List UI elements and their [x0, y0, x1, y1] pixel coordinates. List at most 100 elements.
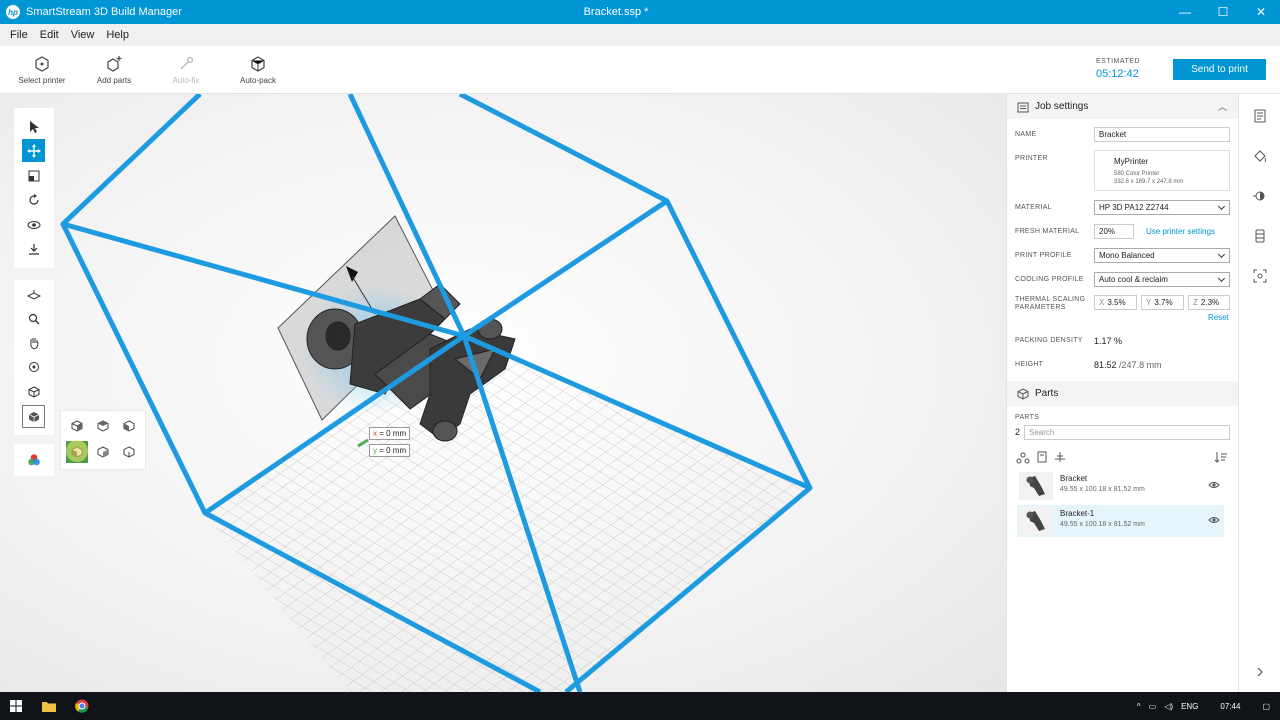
chrome-icon[interactable] — [75, 699, 89, 713]
menu-edit[interactable]: Edit — [34, 29, 65, 41]
select-tool[interactable] — [22, 115, 45, 138]
click-highlight — [66, 440, 88, 462]
thermal-y-input[interactable]: Y 3.7% — [1141, 295, 1184, 310]
maximize-button[interactable]: ☐ — [1204, 0, 1242, 24]
sort-icon[interactable] — [1214, 451, 1228, 463]
right-icon-strip — [1238, 94, 1280, 692]
auto-fix-label: Auto-fix — [172, 76, 200, 85]
view-top-button[interactable] — [92, 415, 114, 437]
parts-search-input[interactable]: Search — [1024, 425, 1230, 440]
align-icon[interactable] — [1054, 451, 1066, 463]
system-tray: ^ ▭ ◁) ENG 07:44 ▢ — [1137, 692, 1270, 720]
printer-dimensions: 332.6 x 189.7 x 247.8 mm — [1114, 179, 1184, 185]
cube-view-icon — [123, 420, 135, 432]
auto-pack-label: Auto-pack — [239, 76, 277, 85]
send-to-print-button[interactable]: Send to print — [1173, 59, 1266, 80]
y-offset-tag[interactable]: y = 0 mm — [369, 444, 411, 457]
group-parts-icon[interactable] — [1016, 452, 1030, 464]
orient-tool[interactable] — [22, 213, 45, 236]
build-stack-icon[interactable] — [1252, 228, 1268, 244]
scale-icon — [28, 170, 39, 181]
collapse-chevron-icon[interactable]: ︿ — [1218, 100, 1227, 113]
rgb-color-icon — [27, 453, 40, 465]
minimize-button[interactable]: — — [1166, 0, 1204, 24]
clock[interactable]: 07:44 — [1220, 702, 1240, 711]
cooling-profile-select[interactable]: Auto cool & reclaim — [1094, 272, 1230, 287]
frame-select-icon[interactable] — [1252, 268, 1268, 284]
printer-label: PRINTER — [1015, 155, 1048, 162]
build-volume-scene[interactable] — [0, 94, 1006, 692]
material-select[interactable]: HP 3D PA12 Z2744 — [1094, 200, 1230, 215]
thermal-y-value: 3.7% — [1154, 298, 1173, 307]
view-top-right-button[interactable] — [118, 415, 140, 437]
main-toolbar: Select printer Add parts Auto-fix Auto-p… — [0, 46, 1280, 94]
view-side-button[interactable] — [92, 441, 114, 463]
cursor-arrow-icon — [29, 120, 39, 133]
tray-up-icon[interactable]: ^ — [1137, 702, 1141, 711]
menu-file[interactable]: File — [4, 29, 34, 41]
job-settings-title: Job settings — [1035, 101, 1089, 112]
cube-view-icon — [71, 420, 83, 432]
auto-fix-button[interactable]: Auto-fix — [156, 56, 216, 85]
orbit-tool[interactable] — [22, 355, 45, 378]
job-name-input[interactable]: Bracket — [1094, 127, 1230, 142]
view-cube-tool[interactable] — [22, 405, 45, 428]
thermal-z-input[interactable]: Z 2.3% — [1188, 295, 1230, 310]
estimated-time: ESTIMATED 05:12:42 — [1096, 58, 1140, 80]
notifications-icon[interactable]: ▢ — [1262, 702, 1270, 711]
x-offset-tag[interactable]: x = 0 mm — [369, 427, 411, 440]
right-panel: Job settings ︿ NAME Bracket PRINTER MyPr… — [1006, 94, 1239, 692]
close-button[interactable]: ✕ — [1242, 0, 1280, 24]
parts-label: PARTS — [1015, 414, 1040, 421]
drop-to-floor-tool[interactable] — [22, 237, 45, 260]
name-label: NAME — [1015, 131, 1037, 138]
zoom-tool[interactable] — [22, 307, 45, 330]
printer-card[interactable]: MyPrinter 580 Color Printer 332.6 x 189.… — [1094, 150, 1230, 191]
file-explorer-icon[interactable] — [42, 700, 56, 712]
network-icon[interactable]: ▭ — [1149, 702, 1157, 711]
menu-view[interactable]: View — [65, 29, 101, 41]
select-printer-button[interactable]: Select printer — [12, 56, 72, 85]
printer-model: 580 Color Printer — [1114, 171, 1160, 177]
part-row-bracket[interactable]: Bracket 49.55 x 100.18 x 81.52 mm — [1017, 470, 1224, 502]
pan-tool[interactable] — [22, 331, 45, 354]
print-profile-select[interactable]: Mono Balanced — [1094, 248, 1230, 263]
paint-bucket-icon[interactable] — [1252, 148, 1268, 164]
visibility-eye-icon[interactable] — [1208, 480, 1220, 490]
view-top-left-button[interactable] — [66, 415, 88, 437]
visibility-eye-icon[interactable] — [1208, 515, 1220, 525]
view-back-button[interactable] — [118, 441, 140, 463]
bracket-thumbnail-icon — [1026, 476, 1045, 496]
reset-link[interactable]: Reset — [1208, 313, 1229, 322]
windows-start-icon[interactable] — [10, 700, 22, 712]
thermal-x-input[interactable]: X 3.5% — [1094, 295, 1137, 310]
part-thumbnail — [1019, 472, 1053, 500]
parts-header[interactable]: Parts — [1007, 381, 1239, 406]
thermal-x-axis-label: X — [1099, 298, 1105, 307]
color-tool[interactable] — [22, 448, 45, 471]
document-icon[interactable] — [1036, 451, 1048, 463]
add-parts-button[interactable]: Add parts — [84, 56, 144, 85]
scale-tool[interactable] — [22, 164, 45, 187]
split-view-icon[interactable] — [1252, 188, 1268, 204]
fresh-material-input[interactable]: 20% — [1094, 224, 1134, 239]
app-title: SmartStream 3D Build Manager — [26, 6, 182, 18]
hp-logo-icon: hp — [6, 5, 20, 19]
plane-cut-tool[interactable] — [22, 283, 45, 306]
rotate-tool[interactable] — [22, 188, 45, 211]
fit-view-tool[interactable] — [22, 380, 45, 403]
job-list-icon[interactable] — [1252, 108, 1268, 124]
part-row-bracket-1[interactable]: Bracket-1 49.55 x 100.18 x 81.52 mm — [1017, 505, 1224, 537]
use-printer-settings-link[interactable]: Use printer settings — [1146, 227, 1215, 236]
3d-viewport[interactable]: x = 0 mm y = 0 mm — [0, 94, 1006, 692]
thermal-x-value: 3.5% — [1107, 298, 1126, 307]
auto-pack-button[interactable]: Auto-pack — [228, 56, 288, 85]
language-indicator[interactable]: ENG — [1181, 702, 1198, 711]
job-settings-header[interactable]: Job settings ︿ — [1007, 94, 1239, 119]
menu-help[interactable]: Help — [100, 29, 135, 41]
thermal-z-value: 2.3% — [1200, 298, 1220, 307]
move-tool[interactable] — [22, 139, 45, 162]
orbit-icon — [28, 361, 39, 372]
volume-icon[interactable]: ◁) — [1164, 702, 1173, 711]
expand-chevron-icon[interactable] — [1252, 664, 1268, 680]
